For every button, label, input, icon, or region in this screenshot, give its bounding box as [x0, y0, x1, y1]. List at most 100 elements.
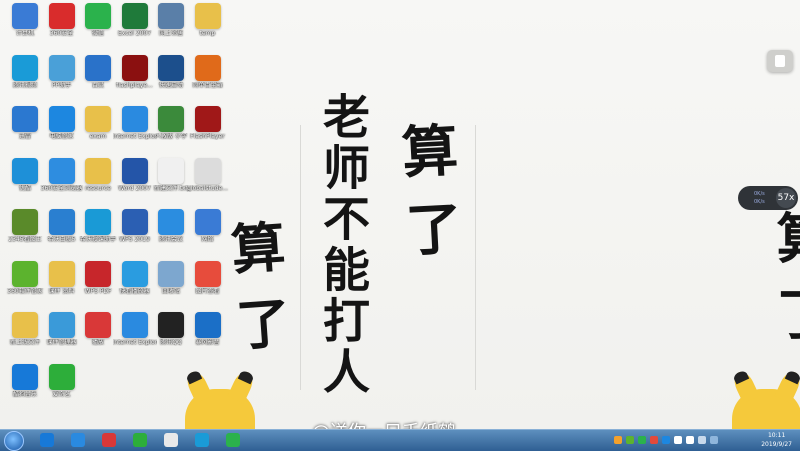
- tray-shield-icon[interactable]: [662, 436, 670, 444]
- clock-time: 10:11: [767, 432, 786, 439]
- software-icon: [12, 260, 38, 287]
- pc-manager-icon: [48, 106, 75, 132]
- tray-app-icon[interactable]: [614, 436, 622, 444]
- wechat-icon: [85, 3, 111, 29]
- wechat-icon: [226, 433, 240, 447]
- flash-icon: [121, 54, 148, 81]
- tray-security-icon[interactable]: [650, 436, 658, 444]
- play-icon: [85, 312, 111, 338]
- desktop-shortcut[interactable]: FlashPlayer: [186, 104, 230, 140]
- taskbar-app-button[interactable]: [127, 432, 153, 449]
- taskbar: 10:11 2019/9/27: [0, 429, 800, 451]
- browser-icon: [48, 157, 75, 184]
- taskbar-app-button[interactable]: [34, 432, 60, 449]
- download-speed: 0K/s: [754, 199, 765, 205]
- upload-speed: 0K/s: [754, 191, 765, 197]
- speed-percentage: 57x: [776, 188, 796, 208]
- toolbox-icon: [194, 54, 221, 81]
- desktop-shortcut[interactable]: 简单百宝箱: [186, 53, 230, 89]
- shortcut-label: 简单百宝箱: [192, 81, 223, 89]
- wps-icon: [121, 209, 148, 235]
- iqiyi-icon: [133, 433, 147, 447]
- folder-icon: [48, 260, 75, 287]
- taskbar-app-button[interactable]: [158, 432, 184, 449]
- kugou-icon: [12, 363, 38, 390]
- courseware-icon: [48, 312, 75, 338]
- media-icon: [194, 312, 221, 338]
- desktop-shortcut[interactable]: 暴风影音: [186, 310, 230, 346]
- tray-wechat-icon[interactable]: [638, 436, 646, 444]
- taskbar-app-button[interactable]: [96, 432, 122, 449]
- weibo-watermark: @送你一只千纸鹤: [312, 418, 456, 429]
- excel-icon: [121, 3, 148, 29]
- folder-icon: [194, 3, 221, 29]
- shortcut-label: 暴风影音: [195, 339, 220, 346]
- desktop-shortcut[interactable]: 图片查看: [186, 259, 230, 295]
- youku-icon: [12, 157, 38, 184]
- photo-icon: [194, 260, 221, 287]
- floating-bin-icon[interactable]: [767, 50, 793, 72]
- file-icon: [194, 157, 221, 184]
- folder-icon: [12, 312, 38, 338]
- wallpaper-calligraphy-edge: 算了: [767, 210, 800, 362]
- meeting-icon: [158, 209, 184, 235]
- word-icon: [121, 157, 148, 184]
- file-icon: [164, 433, 178, 447]
- shortcut-label: 爱奇艺: [52, 390, 71, 398]
- video-icon: [195, 433, 209, 447]
- pikachu-wallpaper-left: [183, 368, 257, 429]
- text-file-icon: [158, 157, 184, 184]
- desktop-shortcut[interactable]: temp: [186, 1, 230, 37]
- desktop-shortcut[interactable]: 爱奇艺: [40, 362, 84, 398]
- ie-icon: [121, 312, 148, 338]
- wallpaper-calligraphy-main: 老师不能打人: [314, 92, 369, 398]
- desktop: 老师不能打人 算了 算了 算了 计算机 360安全 微信 Excel 2007 网上邻居…: [0, 0, 800, 429]
- system-tray: 10:11 2019/9/27: [608, 430, 800, 451]
- player-icon: [102, 433, 116, 447]
- network-icon: [158, 3, 184, 29]
- folder-icon: [85, 157, 111, 184]
- video-icon: [12, 54, 38, 81]
- wallpaper-calligraphy-left: 算了: [219, 217, 295, 375]
- shortcut-label: temp: [199, 30, 216, 37]
- taskbar-app-button[interactable]: [189, 432, 215, 449]
- tray-flag-icon[interactable]: [710, 436, 718, 444]
- shortcut-label: globalstude...: [187, 184, 228, 192]
- tray-app-icon[interactable]: [626, 436, 634, 444]
- taskbar-app-button[interactable]: [65, 432, 91, 449]
- taskbar-clock[interactable]: 10:11 2019/9/27: [761, 431, 792, 449]
- desktop-shortcut[interactable]: globalstude...: [186, 156, 230, 192]
- ie-icon: [71, 433, 85, 447]
- paper-fold-line: [475, 125, 476, 390]
- recycle-bin-icon: [158, 260, 184, 287]
- desktop-shortcut[interactable]: 网络: [186, 207, 230, 243]
- taskbar-app-button[interactable]: [220, 432, 246, 449]
- image-viewer-icon: [12, 209, 38, 235]
- tray-network-icon[interactable]: [674, 436, 682, 444]
- iqiyi-icon: [48, 363, 75, 390]
- player-icon: [121, 260, 148, 287]
- bird-icon: [85, 54, 111, 81]
- start-button[interactable]: [4, 431, 24, 451]
- shortcut-label: 网络: [201, 236, 214, 243]
- pikachu-wallpaper-right: [730, 368, 800, 429]
- assistant-icon: [48, 54, 75, 81]
- shortcut-label: 图片查看: [195, 287, 220, 295]
- launch-icon: [158, 54, 184, 81]
- kugou-icon: [40, 433, 54, 447]
- qq-icon: [158, 312, 184, 338]
- whiteboard-icon: [48, 209, 75, 235]
- network-speed-widget[interactable]: 0K/s 0K/s 57x: [738, 186, 798, 210]
- tray-keyboard-icon[interactable]: [698, 436, 706, 444]
- wallpaper-calligraphy-right: 算了: [390, 120, 466, 280]
- computer-icon: [12, 3, 38, 29]
- globe-icon: [194, 209, 221, 235]
- shortcut-label: FlashPlayer: [190, 133, 225, 140]
- clock-date: 2019/9/27: [761, 441, 792, 448]
- flash-icon: [194, 106, 221, 132]
- tray-volume-icon[interactable]: [686, 436, 694, 444]
- folder-icon: [85, 106, 111, 132]
- shield-icon: [48, 3, 75, 29]
- teaching-icon: [85, 209, 111, 235]
- pdf-icon: [85, 260, 111, 287]
